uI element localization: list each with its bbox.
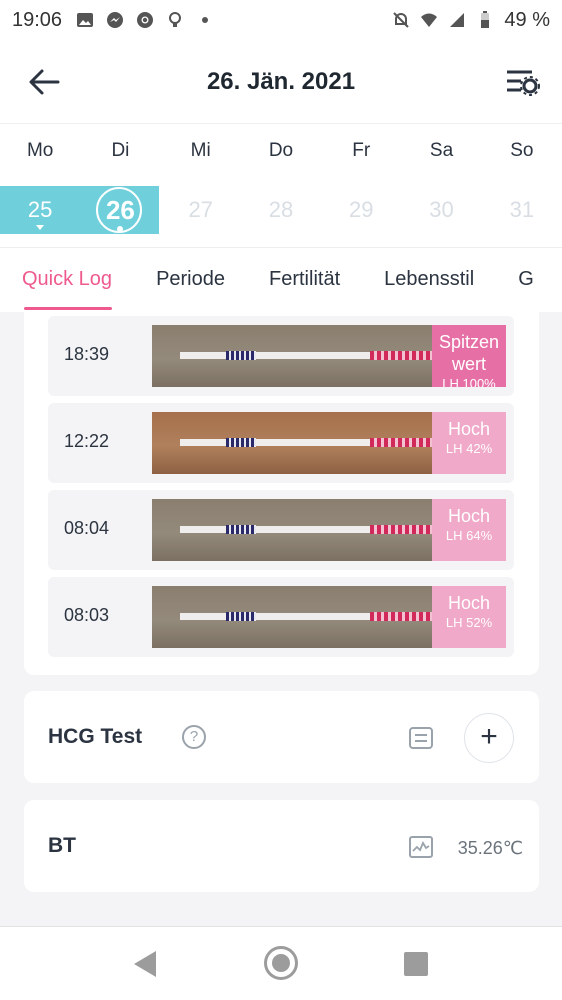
lh-level-value: LH 42%	[445, 441, 493, 456]
lh-level-value: LH 52%	[445, 615, 493, 630]
lh-test-entry[interactable]: 18:39 Spitzen wert LH 100%	[48, 316, 514, 396]
wifi-icon	[421, 13, 438, 27]
date-cell[interactable]: 28	[241, 186, 321, 234]
entry-time: 08:04	[64, 518, 110, 538]
page-title: 26. Jän. 2021	[206, 68, 356, 95]
mute-icon	[393, 12, 410, 28]
lh-test-entry[interactable]: 08:03 Hoch LH 52%	[48, 577, 514, 657]
date-cell[interactable]: 31	[482, 186, 562, 234]
notes-icon[interactable]	[409, 727, 433, 749]
tab-periode[interactable]: Periode	[134, 248, 247, 312]
tab-more[interactable]: G	[496, 248, 556, 312]
lh-level-value: LH 64%	[445, 528, 493, 543]
battery-percent: 49 %	[504, 8, 550, 31]
test-strip-photo	[152, 586, 432, 648]
weekday-label: Di	[111, 140, 130, 161]
lh-level-label: Hoch	[447, 593, 491, 613]
nav-back-icon[interactable]	[134, 951, 156, 977]
list-settings-icon[interactable]	[502, 62, 542, 102]
status-time: 19:06	[12, 8, 63, 31]
category-tabs: Quick Log Periode Fertilität Lebensstil …	[0, 248, 562, 312]
date-cell[interactable]: 25	[0, 186, 80, 234]
status-bar: 19:06 49 %	[0, 0, 562, 40]
dot-icon	[202, 17, 209, 23]
lh-level-label: Hoch	[447, 419, 491, 439]
image-icon	[77, 13, 94, 27]
weekday-label: Do	[268, 140, 294, 161]
battery-icon	[481, 11, 490, 28]
test-strip-photo	[152, 499, 432, 561]
weekday-label: Mi	[190, 140, 211, 161]
lh-test-card: 18:39 Spitzen wert LH 100% 12:22 Hoch LH…	[24, 312, 539, 675]
messenger-icon	[107, 12, 124, 28]
week-calendar: Mo Di Mi Do Fr Sa So 25 26 27 28 29 30 3…	[0, 124, 562, 248]
date-cell[interactable]: 27	[161, 186, 241, 234]
entry-time: 18:39	[64, 344, 110, 364]
chart-icon[interactable]	[409, 836, 433, 858]
log-marker-icon	[36, 225, 45, 230]
lh-level-badge: Hoch LH 42%	[432, 412, 506, 474]
lh-level-label: Spitzen wert	[438, 332, 500, 374]
weekday-label: So	[510, 140, 534, 161]
test-strip-photo	[152, 325, 432, 387]
lh-level-badge: Hoch LH 52%	[432, 586, 506, 648]
add-hcg-button[interactable]: +	[464, 713, 514, 763]
bt-label: BT	[48, 834, 76, 857]
date-cell[interactable]: 30	[401, 186, 481, 234]
weekday-label: Sa	[429, 140, 454, 161]
hcg-test-card: HCG Test ? +	[24, 691, 539, 783]
lh-level-label: Hoch	[447, 506, 491, 526]
lh-level-badge: Spitzen wert LH 100%	[432, 325, 506, 387]
date-cell-selected[interactable]: 26	[80, 186, 160, 234]
tab-lebensstil[interactable]: Lebensstil	[362, 248, 496, 312]
lh-test-entry[interactable]: 08:04 Hoch LH 64%	[48, 490, 514, 570]
lh-test-entry[interactable]: 12:22 Hoch LH 42%	[48, 403, 514, 483]
lh-level-value: LH 100%	[442, 376, 496, 387]
chrome-icon	[137, 12, 154, 28]
signal-icon	[450, 13, 465, 27]
nav-recents-icon[interactable]	[404, 952, 428, 976]
weekday-label: Mo	[26, 140, 54, 161]
nav-home-icon[interactable]	[264, 946, 298, 980]
date-cell[interactable]: 29	[321, 186, 401, 234]
app-header: 26. Jän. 2021	[0, 40, 562, 124]
entry-time: 12:22	[64, 431, 110, 451]
tab-fertilitaet[interactable]: Fertilität	[247, 248, 362, 312]
bulb-icon	[169, 12, 182, 27]
entry-time: 08:03	[64, 605, 110, 625]
hcg-test-label: HCG Test	[48, 725, 143, 748]
bt-card[interactable]: BT 35.26℃	[24, 800, 539, 892]
system-nav-bar	[0, 926, 562, 1000]
help-icon[interactable]: ?	[182, 725, 206, 749]
lh-level-badge: Hoch LH 64%	[432, 499, 506, 561]
weekday-label: Fr	[352, 140, 371, 161]
tab-quick-log[interactable]: Quick Log	[0, 248, 134, 312]
weekday-labels: Mo Di Mi Do Fr Sa So	[0, 140, 562, 162]
test-strip-photo	[152, 412, 432, 474]
date-row: 25 26 27 28 29 30 31	[0, 186, 562, 234]
bt-value: 35.26℃	[457, 838, 523, 858]
